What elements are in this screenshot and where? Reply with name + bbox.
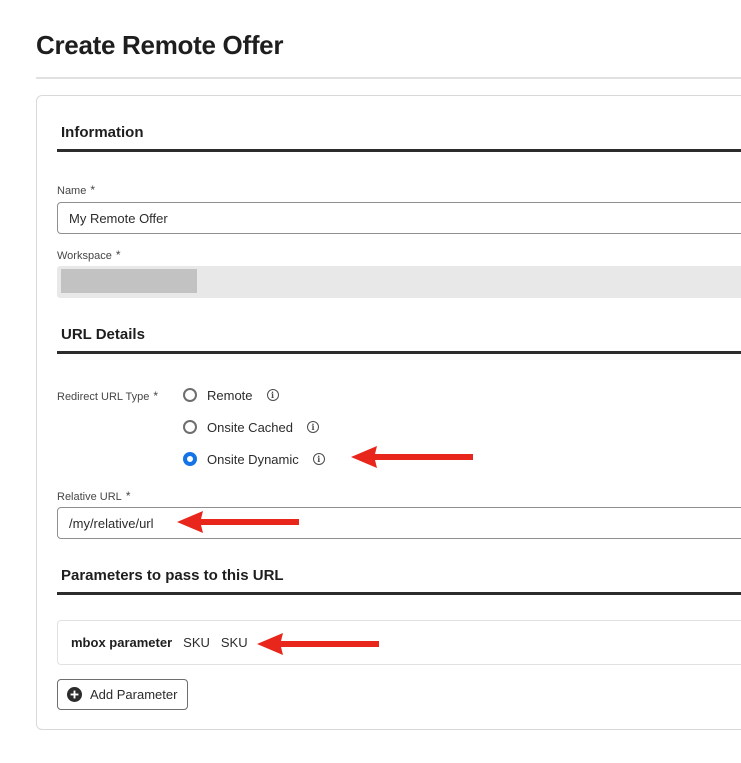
- redirect-url-type-label: Redirect URL Type *: [57, 389, 158, 403]
- page-title: Create Remote Offer: [36, 30, 284, 60]
- workspace-select[interactable]: [57, 266, 741, 298]
- workspace-label: Workspace *: [57, 248, 121, 262]
- red-arrow-icon: [351, 446, 473, 468]
- radio-option-onsite-dynamic[interactable]: Onsite Dynamic i: [183, 449, 325, 469]
- workspace-label-text: Workspace: [57, 250, 112, 262]
- section-heading-parameters: Parameters to pass to this URL: [61, 567, 284, 584]
- radio-option-remote[interactable]: Remote i: [183, 385, 279, 405]
- add-parameter-button[interactable]: Add Parameter: [57, 679, 188, 710]
- required-asterisk: *: [115, 248, 121, 262]
- section-rule-url-details: [57, 351, 741, 354]
- parameter-key: mbox parameter: [71, 635, 173, 650]
- radio-button-onsite-cached[interactable]: [183, 420, 197, 434]
- radio-label-onsite-cached: Onsite Cached: [207, 419, 293, 435]
- info-icon[interactable]: i: [307, 421, 319, 433]
- relative-url-label-text: Relative URL: [57, 491, 122, 503]
- parameter-row[interactable]: mbox parameter SKU SKU: [57, 620, 741, 665]
- radio-button-onsite-dynamic[interactable]: [183, 452, 197, 466]
- section-heading-url-details: URL Details: [61, 326, 145, 343]
- parameter-value: SKU: [220, 635, 248, 650]
- section-rule-information: [57, 149, 741, 152]
- required-asterisk: *: [125, 489, 131, 503]
- radio-label-onsite-dynamic: Onsite Dynamic: [207, 451, 299, 467]
- redirect-url-type-label-text: Redirect URL Type: [57, 391, 150, 403]
- add-circle-icon: [67, 687, 82, 702]
- info-icon[interactable]: i: [266, 389, 279, 401]
- name-input[interactable]: [57, 202, 741, 234]
- add-parameter-label: Add Parameter: [90, 687, 178, 702]
- required-asterisk: *: [153, 389, 158, 403]
- relative-url-label: Relative URL *: [57, 489, 130, 503]
- name-label-text: Name: [57, 185, 87, 197]
- radio-button-remote[interactable]: [183, 388, 197, 402]
- info-icon[interactable]: i: [312, 453, 325, 465]
- title-divider: [36, 77, 741, 79]
- parameter-value: SKU: [183, 635, 210, 650]
- radio-label-remote: Remote: [207, 387, 253, 403]
- red-arrow-icon: [257, 633, 379, 655]
- radio-option-onsite-cached[interactable]: Onsite Cached i: [183, 417, 319, 437]
- name-label: Name *: [57, 183, 95, 197]
- section-heading-information: Information: [61, 124, 144, 141]
- red-arrow-icon: [177, 511, 299, 533]
- section-rule-parameters: [57, 592, 741, 595]
- workspace-redacted-value: [61, 269, 197, 293]
- required-asterisk: *: [90, 183, 96, 197]
- relative-url-input[interactable]: [57, 507, 741, 539]
